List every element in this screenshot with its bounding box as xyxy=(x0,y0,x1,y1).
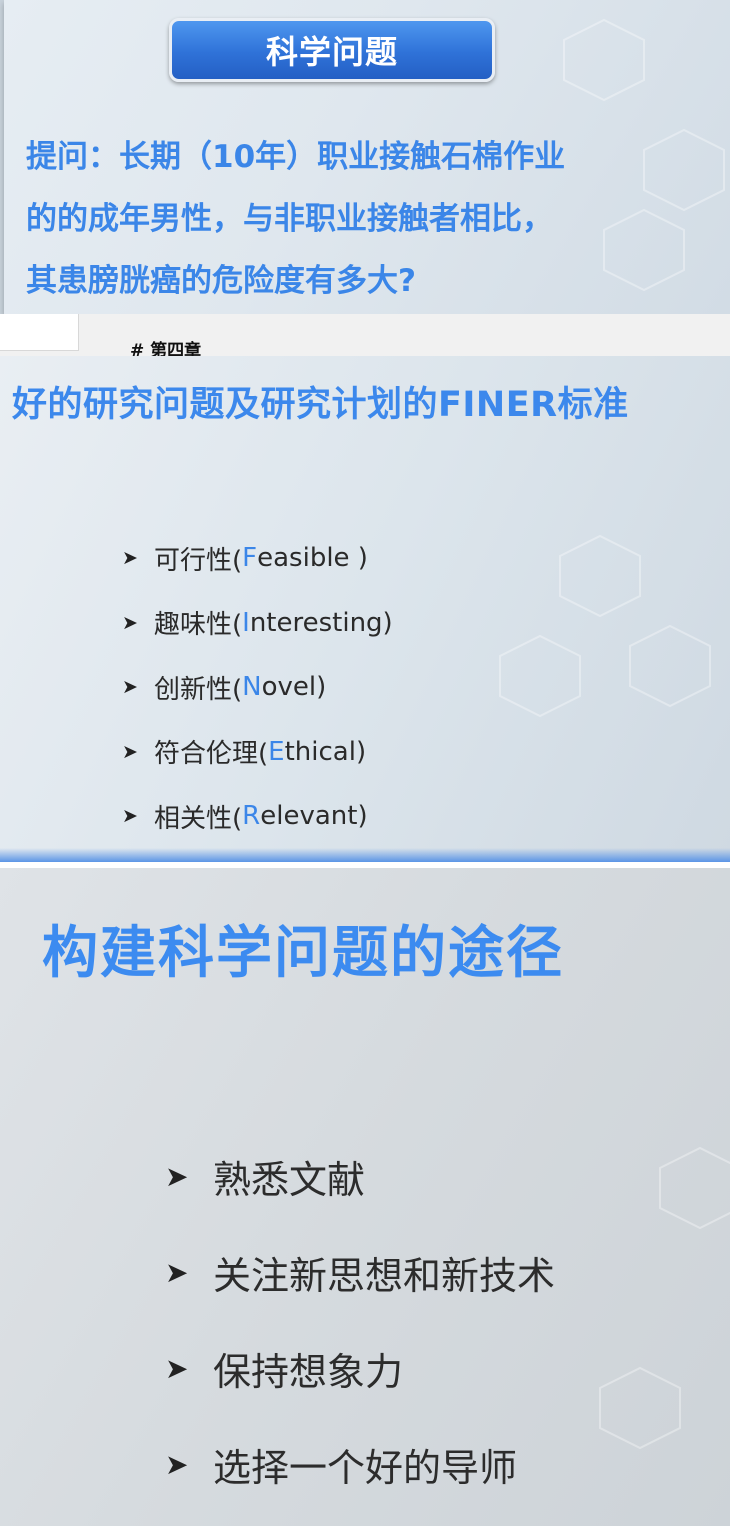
criterion-prefix: 相关性( xyxy=(154,803,243,834)
arrow-bullet-icon: ➤ xyxy=(165,1351,189,1385)
criterion-prefix: 创新性( xyxy=(154,674,243,705)
approach-text: 熟悉文献 xyxy=(213,1157,366,1202)
list-item: ➤ 符合伦理(Ethical) xyxy=(122,720,393,785)
slide-title: 科学问题 xyxy=(265,33,398,71)
arrow-bullet-icon: ➤ xyxy=(122,676,138,699)
list-item: ➤ 关注新思想和新技术 xyxy=(165,1224,555,1320)
approach-list: ➤ 熟悉文献 ➤ 关注新思想和新技术 ➤ 保持想象力 ➤ 选择一个好的导师 xyxy=(165,1128,555,1512)
question-line: 的的成年男性，与非职业接触者相比， xyxy=(26,201,553,237)
list-item: ➤ 趣味性(Interesting) xyxy=(122,591,393,656)
slide-title-banner: 科学问题 xyxy=(169,18,495,82)
list-item: ➤ 选择一个好的导师 xyxy=(165,1416,555,1512)
criterion-prefix: 符合伦理( xyxy=(154,739,269,770)
criterion-rest: easible ) xyxy=(257,543,368,574)
criterion-letter: F xyxy=(242,543,258,574)
sidebar-fragment xyxy=(0,314,79,351)
document-gap: # 第四章 xyxy=(0,314,730,361)
criterion-prefix: 可行性( xyxy=(154,545,243,576)
arrow-bullet-icon: ➤ xyxy=(165,1447,189,1481)
arrow-bullet-icon: ➤ xyxy=(122,740,138,763)
arrow-bullet-icon: ➤ xyxy=(165,1255,189,1289)
criterion-rest: elevant) xyxy=(260,801,368,832)
approach-text: 选择一个好的导师 xyxy=(213,1445,518,1490)
slide-question-approaches: 构建科学问题的途径 ➤ 熟悉文献 ➤ 关注新思想和新技术 ➤ 保持想象力 ➤ 选… xyxy=(0,868,730,1526)
list-item: ➤ 熟悉文献 xyxy=(165,1128,555,1224)
criterion-letter: N xyxy=(242,672,262,703)
criterion-prefix: 趣味性( xyxy=(154,610,243,641)
slide-finer-criteria: 好的研究问题及研究计划的FINER标准 ➤ 可行性(Feasible ) ➤ 趣… xyxy=(0,356,730,862)
slide-title: 构建科学问题的途径 xyxy=(42,921,564,986)
criterion-rest: nteresting) xyxy=(249,607,393,638)
question-line: 提问：长期（10年）职业接触石棉作业 xyxy=(26,139,566,175)
question-line: 其患膀胱癌的危险度有多大? xyxy=(26,263,416,299)
arrow-bullet-icon: ➤ xyxy=(122,805,138,828)
arrow-bullet-icon: ➤ xyxy=(122,547,138,570)
slide-scientific-question: 科学问题 提问：长期（10年）职业接触石棉作业 的的成年男性，与非职业接触者相比… xyxy=(4,0,730,314)
arrow-bullet-icon: ➤ xyxy=(165,1159,189,1193)
criterion-letter: E xyxy=(268,736,285,767)
criterion-rest: thical) xyxy=(284,736,367,767)
criterion-letter: I xyxy=(242,607,250,638)
criterion-rest: ovel) xyxy=(261,672,327,703)
arrow-bullet-icon: ➤ xyxy=(122,611,138,634)
list-item: ➤ 相关性(Relevant) xyxy=(122,784,393,849)
list-item: ➤ 创新性(Novel) xyxy=(122,655,393,720)
finer-criteria-list: ➤ 可行性(Feasible ) ➤ 趣味性(Interesting) ➤ 创新… xyxy=(122,526,393,849)
approach-text: 保持想象力 xyxy=(213,1349,404,1394)
list-item: ➤ 保持想象力 xyxy=(165,1320,555,1416)
criterion-letter: R xyxy=(242,801,261,832)
approach-text: 关注新思想和新技术 xyxy=(213,1253,556,1298)
slide-title: 好的研究问题及研究计划的FINER标准 xyxy=(12,385,629,425)
list-item: ➤ 可行性(Feasible ) xyxy=(122,526,393,591)
question-text: 提问：长期（10年）职业接触石棉作业 的的成年男性，与非职业接触者相比， 其患膀… xyxy=(26,126,666,312)
